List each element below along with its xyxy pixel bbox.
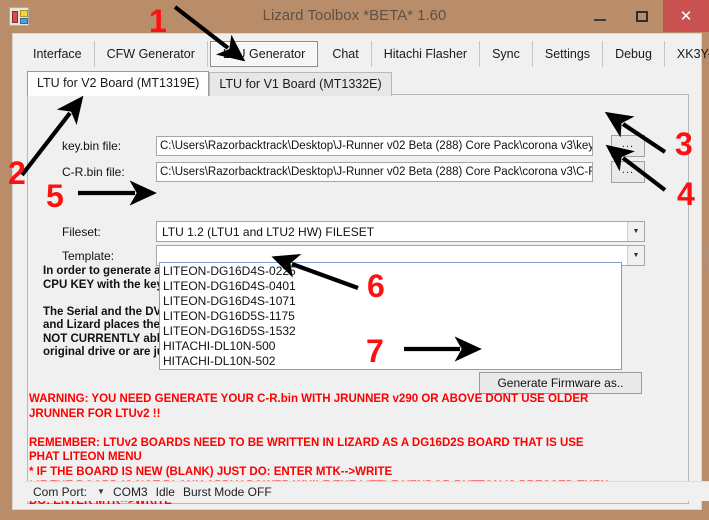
dropdown-item[interactable]: HITACHI-DL10N-500	[160, 339, 621, 354]
tab-label: Debug	[615, 47, 652, 61]
dropdown-item[interactable]: HITACHI-DL10N-502	[160, 354, 621, 369]
annotation-number-5: 5	[46, 178, 64, 214]
inner-tab-label: LTU for V2 Board (MT1319E)	[37, 76, 200, 90]
chevron-down-icon[interactable]: ▼	[627, 222, 644, 241]
inner-tab-v2-board[interactable]: LTU for V2 Board (MT1319E)	[27, 71, 210, 96]
inner-tab-strip: LTU for V2 Board (MT1319E) LTU for V1 Bo…	[27, 71, 392, 96]
tab-ltu-generator[interactable]: LTU Generator	[209, 41, 319, 67]
keybin-input[interactable]: C:\Users\Razorbacktrack\Desktop\J-Runner…	[156, 136, 593, 156]
tab-label: Hitachi Flasher	[383, 47, 468, 61]
crbin-browse-button[interactable]: ...	[611, 161, 645, 183]
com-port-value[interactable]: COM3	[113, 485, 148, 499]
tab-label: Chat	[332, 47, 359, 61]
dropdown-item[interactable]: LITEON-DG16D4S-0225	[160, 264, 621, 279]
tab-debug[interactable]: Debug	[603, 41, 665, 67]
annotation-number-2: 2	[8, 155, 26, 191]
tab-interface[interactable]: Interface	[21, 41, 95, 67]
com-port-dropdown-icon[interactable]: ▼	[97, 487, 105, 496]
fileset-label: Fileset:	[62, 225, 101, 239]
tab-hitachi-flasher[interactable]: Hitachi Flasher	[372, 41, 481, 67]
dropdown-item[interactable]: LITEON-DG16D5S-1532	[160, 324, 621, 339]
inner-tab-v1-board[interactable]: LTU for V1 Board (MT1332E)	[209, 72, 392, 96]
close-button[interactable]: ✕	[663, 0, 709, 32]
tab-label: XK3Y-TOOLS	[676, 47, 709, 61]
status-bar: Com Port: ▼ COM3 Idle Burst Mode OFF	[25, 481, 709, 501]
tab-xk3y-tools[interactable]: XK3Y-TOOLS	[665, 41, 709, 67]
generate-firmware-button[interactable]: Generate Firmware as..	[479, 372, 642, 394]
main-tab-strip: Interface CFW Generator LTU Generator Ch…	[21, 41, 709, 67]
chevron-down-icon[interactable]: ▼	[627, 246, 644, 265]
tab-label: Interface	[33, 47, 82, 61]
com-port-label: Com Port:	[33, 484, 88, 499]
tab-settings[interactable]: Settings	[533, 41, 604, 67]
tab-cfw-generator[interactable]: CFW Generator	[95, 41, 208, 67]
client-area: Interface CFW Generator LTU Generator Ch…	[12, 33, 709, 510]
crbin-input[interactable]: C:\Users\Razorbacktrack\Desktop\J-Runner…	[156, 162, 593, 182]
annotation-number-3: 3	[675, 126, 693, 162]
title-bar: Lizard Toolbox *BETA* 1.60 ✕	[0, 0, 709, 33]
annotation-number-6: 6	[367, 268, 385, 304]
crbin-label: C-R.bin file:	[62, 165, 125, 179]
tab-sync[interactable]: Sync	[480, 41, 533, 67]
annotation-number-4: 4	[677, 176, 695, 212]
keybin-browse-button[interactable]: ...	[611, 135, 645, 157]
dropdown-item[interactable]: LITEON-DG16D4S-1071	[160, 294, 621, 309]
inner-tab-label: LTU for V1 Board (MT1332E)	[219, 77, 382, 91]
tab-label: Settings	[544, 47, 591, 61]
status-state: Idle	[155, 484, 175, 499]
tab-label: LTU Generator	[222, 47, 306, 61]
fileset-combo-value: LTU 1.2 (LTU1 and LTU2 HW) FILESET	[162, 224, 375, 239]
annotation-number-1: 1	[149, 3, 167, 39]
fileset-combo[interactable]: LTU 1.2 (LTU1 and LTU2 HW) FILESET ▼	[156, 221, 645, 242]
tab-chat[interactable]: Chat	[320, 41, 372, 67]
window-controls: ✕	[579, 0, 709, 32]
annotation-number-7: 7	[366, 333, 384, 369]
dropdown-item[interactable]: LITEON-DG16D4S-0401	[160, 279, 621, 294]
tab-label: CFW Generator	[106, 47, 195, 61]
template-label: Template:	[62, 249, 115, 263]
burst-mode-status: Burst Mode OFF	[182, 484, 272, 499]
dropdown-item[interactable]: LITEON-DG16D5S-1175	[160, 309, 621, 324]
template-dropdown-list[interactable]: LITEON-DG16D4S-0225 LITEON-DG16D4S-0401 …	[159, 262, 622, 370]
close-icon: ✕	[679, 7, 693, 25]
maximize-button[interactable]	[621, 0, 663, 32]
tab-label: Sync	[492, 47, 520, 61]
application-window: CONSOLEOPEN.COM CONSOLEOPEN.COM Lizard T…	[0, 0, 709, 520]
minimize-button[interactable]	[579, 0, 621, 32]
keybin-label: key.bin file:	[62, 139, 122, 153]
